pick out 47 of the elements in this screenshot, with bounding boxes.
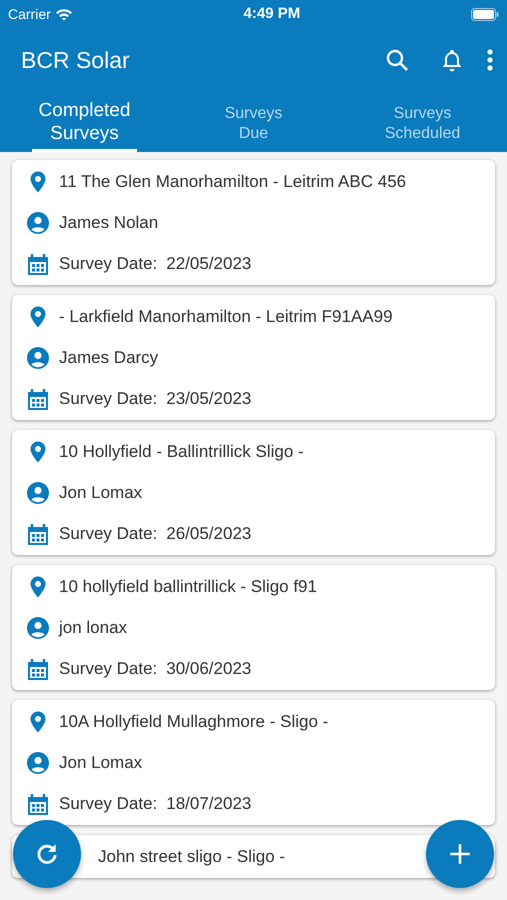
person-icon [26, 210, 50, 234]
address-text: John street sligo - Sligo - [98, 846, 286, 868]
calendar-icon [26, 792, 50, 816]
survey-card[interactable]: 11 The Glen Manorhamilton - Leitrim ABC 456 James Nolan Survey Date: 22/05/2023 [12, 160, 495, 285]
person-icon [26, 750, 50, 774]
survey-card[interactable]: 10 hollyfield ballintrillick - Sligo f91 jon lonax Survey Date: 30/06/2023 [12, 565, 495, 690]
refresh-button[interactable] [13, 820, 81, 888]
address-text: - Larkfield Manorhamilton - Leitrim F91AA99 [59, 306, 393, 328]
person-icon [26, 480, 50, 504]
search-icon[interactable] [385, 48, 409, 72]
customer-name: Jon Lomax [59, 482, 142, 504]
person-icon [26, 616, 50, 640]
survey-card[interactable]: 10A Hollyfield Mullaghmore - Sligo - Jon Lomax Survey Date: 18/07/2023 [12, 700, 495, 825]
more-icon[interactable] [487, 49, 493, 71]
calendar-icon [26, 386, 50, 410]
address-text: 10A Hollyfield Mullaghmore - Sligo - [59, 710, 328, 733]
customer-name: jon lonax [59, 616, 128, 639]
address-text: 11 The Glen Manorhamilton - Leitrim ABC 456 [59, 170, 406, 193]
survey-date: 30/06/2023 [166, 658, 252, 680]
date-label: Survey Date: [59, 658, 158, 680]
date-label: Survey Date: [59, 388, 158, 410]
survey-date: 26/05/2023 [166, 522, 252, 545]
wifi-icon [54, 8, 73, 20]
battery-icon [470, 8, 499, 20]
address-text: 10 Hollyfield - Ballintrillick Sligo - [59, 440, 304, 463]
bell-icon[interactable] [441, 48, 463, 72]
survey-card[interactable]: - Larkfield Manorhamilton - Leitrim F91AA99 James Darcy Survey Date: 23/05/2023 [12, 295, 495, 420]
survey-date: 18/07/2023 [166, 792, 252, 815]
customer-name: Jon Lomax [59, 752, 142, 774]
survey-card[interactable]: 10 Hollyfield - Ballintrillick Sligo - Jon Lomax Survey Date: 26/05/2023 [12, 430, 495, 555]
date-label: Survey Date: [59, 522, 158, 545]
date-label: Survey Date: [59, 252, 158, 275]
person-icon [26, 346, 50, 370]
address-text: 10 hollyfield ballintrillick - Sligo f91 [59, 576, 317, 598]
customer-name: James Darcy [59, 346, 158, 369]
customer-name: James Nolan [59, 212, 158, 234]
date-label: Survey Date: [59, 792, 158, 815]
carrier-name: Carrier [8, 4, 51, 24]
calendar-icon [26, 252, 50, 276]
survey-date: 22/05/2023 [166, 252, 252, 275]
survey-date: 23/05/2023 [166, 388, 252, 410]
calendar-icon [26, 522, 50, 546]
calendar-icon [26, 656, 50, 680]
tab[interactable]: Completed Surveys [32, 94, 137, 152]
add-button[interactable] [426, 820, 494, 888]
status-time: 4:49 PM [244, 4, 300, 24]
app-title: BCR Solar [21, 46, 131, 75]
